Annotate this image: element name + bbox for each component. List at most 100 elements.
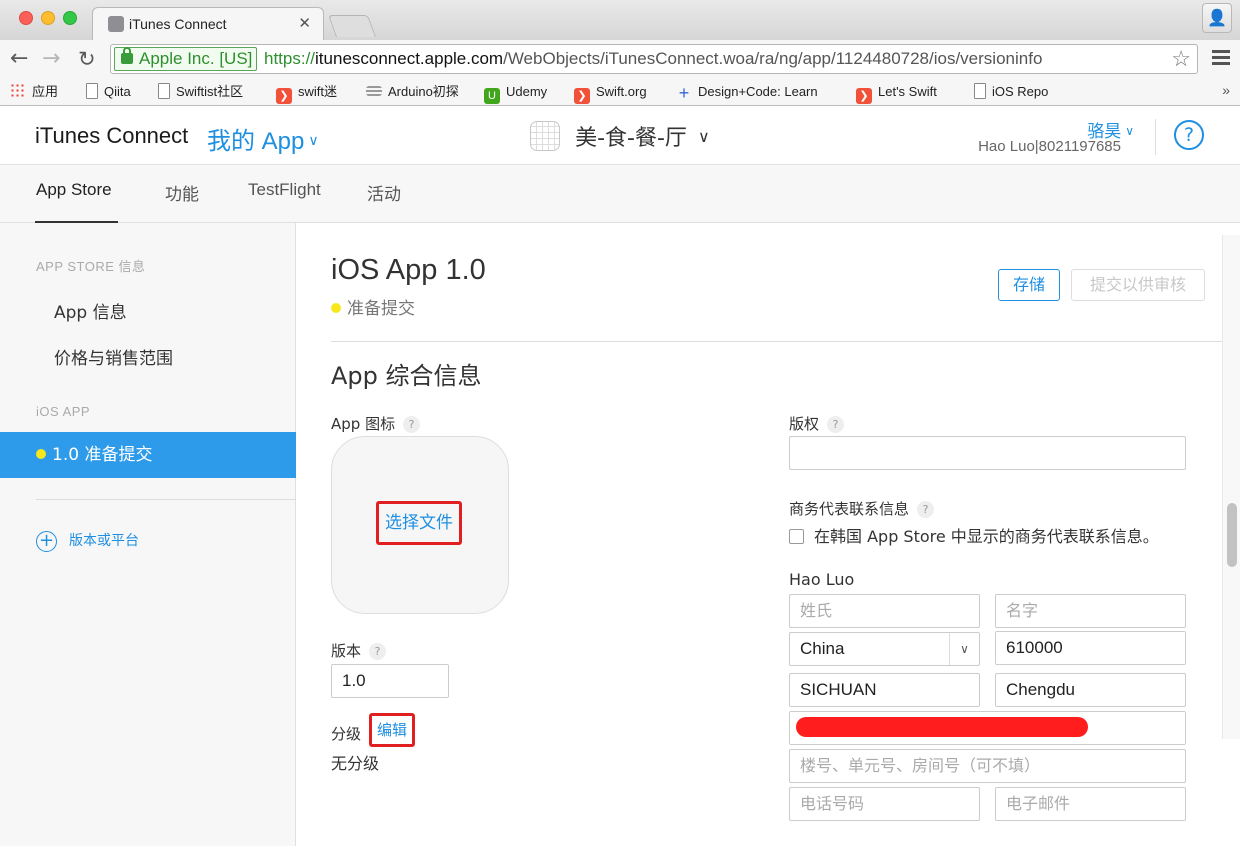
bookmark-arduino[interactable]: Arduino初探 <box>366 82 459 102</box>
bookmarks-bar: 应用 Qiita Swiftist社区 ❯ swift迷 Arduino初探 UU… <box>0 78 1240 106</box>
choose-file-button[interactable]: 选择文件 <box>376 501 462 545</box>
profile-icon[interactable]: 👤 <box>1202 3 1232 33</box>
bookmark-label: iOS Repo <box>992 84 1049 99</box>
reload-icon[interactable]: ↻ <box>78 47 96 71</box>
page-title: iOS App 1.0 <box>331 254 486 286</box>
page-icon <box>158 83 170 99</box>
sidebar: APP STORE 信息 App 信息 价格与销售范围 iOS APP 1.0 … <box>0 223 296 846</box>
window-minimize-button[interactable] <box>41 11 55 25</box>
app-name: 美-食-餐-厅 <box>575 126 687 151</box>
lines-icon <box>366 86 382 96</box>
header-divider <box>1155 119 1156 155</box>
apple-favicon-icon <box>108 16 124 32</box>
copyright-input[interactable] <box>789 436 1186 470</box>
label-text: 版本 <box>331 642 362 660</box>
ev-certificate-badge[interactable]: Apple Inc. [US] <box>114 47 258 71</box>
sidebar-item-version[interactable]: 1.0 准备提交 <box>0 432 296 478</box>
state-field[interactable]: SICHUAN <box>789 673 980 707</box>
tab-app-store[interactable]: App Store <box>36 180 112 200</box>
sidebar-item-pricing[interactable]: 价格与销售范围 <box>54 344 173 369</box>
itunes-connect-page: iTunes Connect 我的 App ∨ 美-食-餐-厅 ∨ 骆昊 ∨ Hao… <box>0 107 1240 846</box>
browser-titlebar: iTunes Connect ✕ 👤 <box>0 0 1240 40</box>
address-line2-field[interactable]: 楼号、单元号、房间号（可不填） <box>789 749 1186 783</box>
help-question-icon[interactable]: ? <box>917 501 935 518</box>
bookmark-label: Arduino初探 <box>388 84 459 99</box>
tab-features[interactable]: 功能 <box>165 180 199 205</box>
address-bar[interactable]: Apple Inc. [US] https://itunesconnect.ap… <box>110 44 1198 74</box>
page-scrollbar[interactable] <box>1222 235 1240 739</box>
help-icon[interactable]: ? <box>1174 120 1204 150</box>
bookmark-qiita[interactable]: Qiita <box>86 82 131 102</box>
save-button[interactable]: 存储 <box>998 269 1060 301</box>
new-tab-button[interactable] <box>327 15 377 37</box>
version-label: 版本? <box>331 640 387 661</box>
contact-name: Hao Luo <box>789 570 855 589</box>
tab-testflight[interactable]: TestFlight <box>248 180 321 200</box>
version-input[interactable]: 1.0 <box>331 664 449 698</box>
email-field[interactable]: 电子邮件 <box>995 787 1186 821</box>
url-scheme: https:// <box>264 49 316 68</box>
tab-activity[interactable]: 活动 <box>367 180 401 205</box>
section-title: App 综合信息 <box>331 362 482 390</box>
header-divider <box>331 341 1240 342</box>
brand-logo[interactable]: iTunes Connect <box>35 123 188 149</box>
user-id: Hao Luo|8021197685 <box>978 138 1121 155</box>
browser-tab[interactable]: iTunes Connect ✕ <box>92 7 324 40</box>
help-question-icon[interactable]: ? <box>403 416 421 433</box>
redaction-mark <box>796 717 1088 737</box>
scrollbar-thumb[interactable] <box>1227 503 1237 567</box>
bookmark-lets-swift[interactable]: ❯ Let's Swift <box>856 82 937 104</box>
bookmark-label: Swift.org <box>596 84 647 99</box>
country-select[interactable]: China ∨ <box>789 632 980 666</box>
status-dot-icon <box>331 303 341 313</box>
window-close-button[interactable] <box>19 11 33 25</box>
sidebar-item-app-info[interactable]: App 信息 <box>54 298 127 323</box>
app-icon-label: App 图标? <box>331 413 421 434</box>
bookmark-apps[interactable]: 应用 <box>10 82 58 102</box>
label-text: App 图标 <box>331 415 396 433</box>
sidebar-item-label: 1.0 准备提交 <box>52 445 153 465</box>
korea-contact-option[interactable]: 在韩国 App Store 中显示的商务代表联系信息。 <box>789 523 1159 547</box>
browser-menu-icon[interactable] <box>1212 50 1230 66</box>
back-arrow-icon[interactable]: ← <box>10 47 28 71</box>
window-zoom-button[interactable] <box>63 11 77 25</box>
section-nav: App Store 功能 TestFlight 活动 <box>0 165 1240 223</box>
bookmark-label: Design+Code: Learn <box>698 84 818 99</box>
url-path: /WebObjects/iTunesConnect.woa/ra/ng/app/… <box>503 49 1043 68</box>
url-text[interactable]: https://itunesconnect.apple.com/WebObjec… <box>264 49 1042 69</box>
app-placeholder-icon <box>530 121 560 151</box>
city-field[interactable]: Chengdu <box>995 673 1186 707</box>
chevron-down-icon: ∨ <box>698 126 710 146</box>
first-name-field[interactable]: 名字 <box>995 594 1186 628</box>
country-value: China <box>800 639 845 658</box>
last-name-field[interactable]: 姓氏 <box>789 594 980 628</box>
bookmark-star-icon[interactable]: ☆ <box>1171 47 1191 71</box>
rating-label: 分级 <box>331 725 362 743</box>
tab-close-icon[interactable]: ✕ <box>298 14 311 32</box>
app-switcher[interactable]: 美-食-餐-厅 ∨ <box>530 120 710 152</box>
bookmark-ios-repo[interactable]: iOS Repo <box>974 82 1048 102</box>
korea-contact-checkbox[interactable] <box>789 529 804 544</box>
forward-arrow-icon[interactable]: → <box>42 47 60 71</box>
postal-code-field[interactable]: 610000 <box>995 631 1186 665</box>
label-text: 版权 <box>789 415 820 433</box>
help-question-icon[interactable]: ? <box>369 643 387 660</box>
bookmark-design-code[interactable]: + Design+Code: Learn <box>676 82 818 102</box>
bookmark-swift-org[interactable]: ❯ Swift.org <box>574 82 647 104</box>
plus-circle-icon: + <box>36 530 57 552</box>
help-question-icon[interactable]: ? <box>827 416 845 433</box>
ev-label: Apple Inc. [US] <box>139 49 253 68</box>
bookmark-swift-mi[interactable]: ❯ swift迷 <box>276 82 337 104</box>
rating-edit-link[interactable]: 编辑 <box>369 713 415 747</box>
udemy-icon: U <box>484 88 500 104</box>
sidebar-divider <box>36 499 296 500</box>
add-version-platform-button[interactable]: + 版本或平台 <box>36 530 139 552</box>
bookmark-udemy[interactable]: U Udemy <box>484 82 547 104</box>
my-app-menu[interactable]: 我的 App ∨ <box>207 121 319 156</box>
submit-for-review-button[interactable]: 提交以供审核 <box>1071 269 1205 301</box>
bookmark-swiftist[interactable]: Swiftist社区 <box>158 82 243 102</box>
phone-field[interactable]: 电话号码 <box>789 787 980 821</box>
sidebar-section-app-store: APP STORE 信息 <box>36 259 146 274</box>
chevron-down-icon: ∨ <box>1125 124 1134 138</box>
bookmarks-overflow-icon[interactable]: » <box>1222 82 1230 98</box>
